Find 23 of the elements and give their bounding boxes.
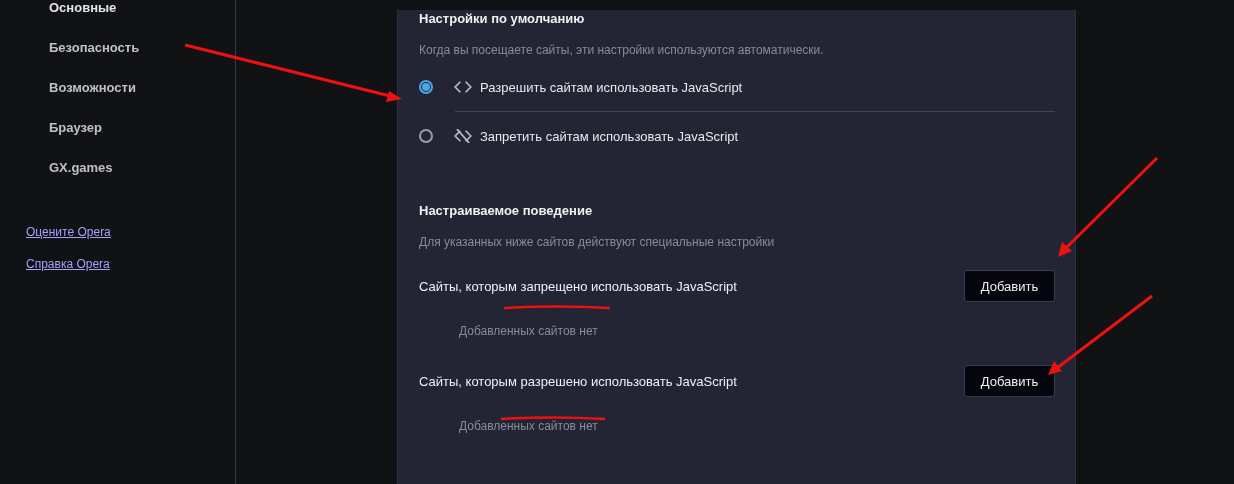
section-title: Настройки по умолчанию [419,10,586,27]
help-link[interactable]: Справка Opera [26,255,110,273]
sidebar-item[interactable]: GX.games [0,148,235,188]
add-button[interactable]: Добавить [964,365,1055,397]
crossed-code-icon [454,129,472,143]
help-link[interactable]: Оцените Opera [26,223,111,241]
list-title: Сайты, которым запрещено использовать JavaScript [419,278,737,294]
radio-button[interactable] [419,129,433,143]
radio-button[interactable] [419,80,433,94]
section-description: Для указанных ниже сайтов действуют специальные настройки [419,234,776,251]
sidebar-item[interactable]: Возможности [0,68,235,108]
empty-list-text: Добавленных сайтов нет [458,419,599,433]
list-title: Сайты, которым разрешено использовать JavaScript [419,373,737,389]
option-label: Разрешить сайтам использовать JavaScript [480,79,743,95]
empty-list-text: Добавленных сайтов нет [458,324,599,338]
sidebar-item[interactable]: Безопасность [0,28,235,68]
add-button[interactable]: Добавить [964,270,1055,302]
section-title: Настраиваемое поведение [419,202,594,219]
option-label: Запретить сайтам использовать JavaScript [480,128,739,144]
code-icon [454,80,472,94]
sidebar-item[interactable]: Основные [0,0,235,28]
section-description: Когда вы посещаете сайты, эти настройки используются автоматически. [419,42,825,59]
sidebar-item[interactable]: Браузер [0,108,235,148]
